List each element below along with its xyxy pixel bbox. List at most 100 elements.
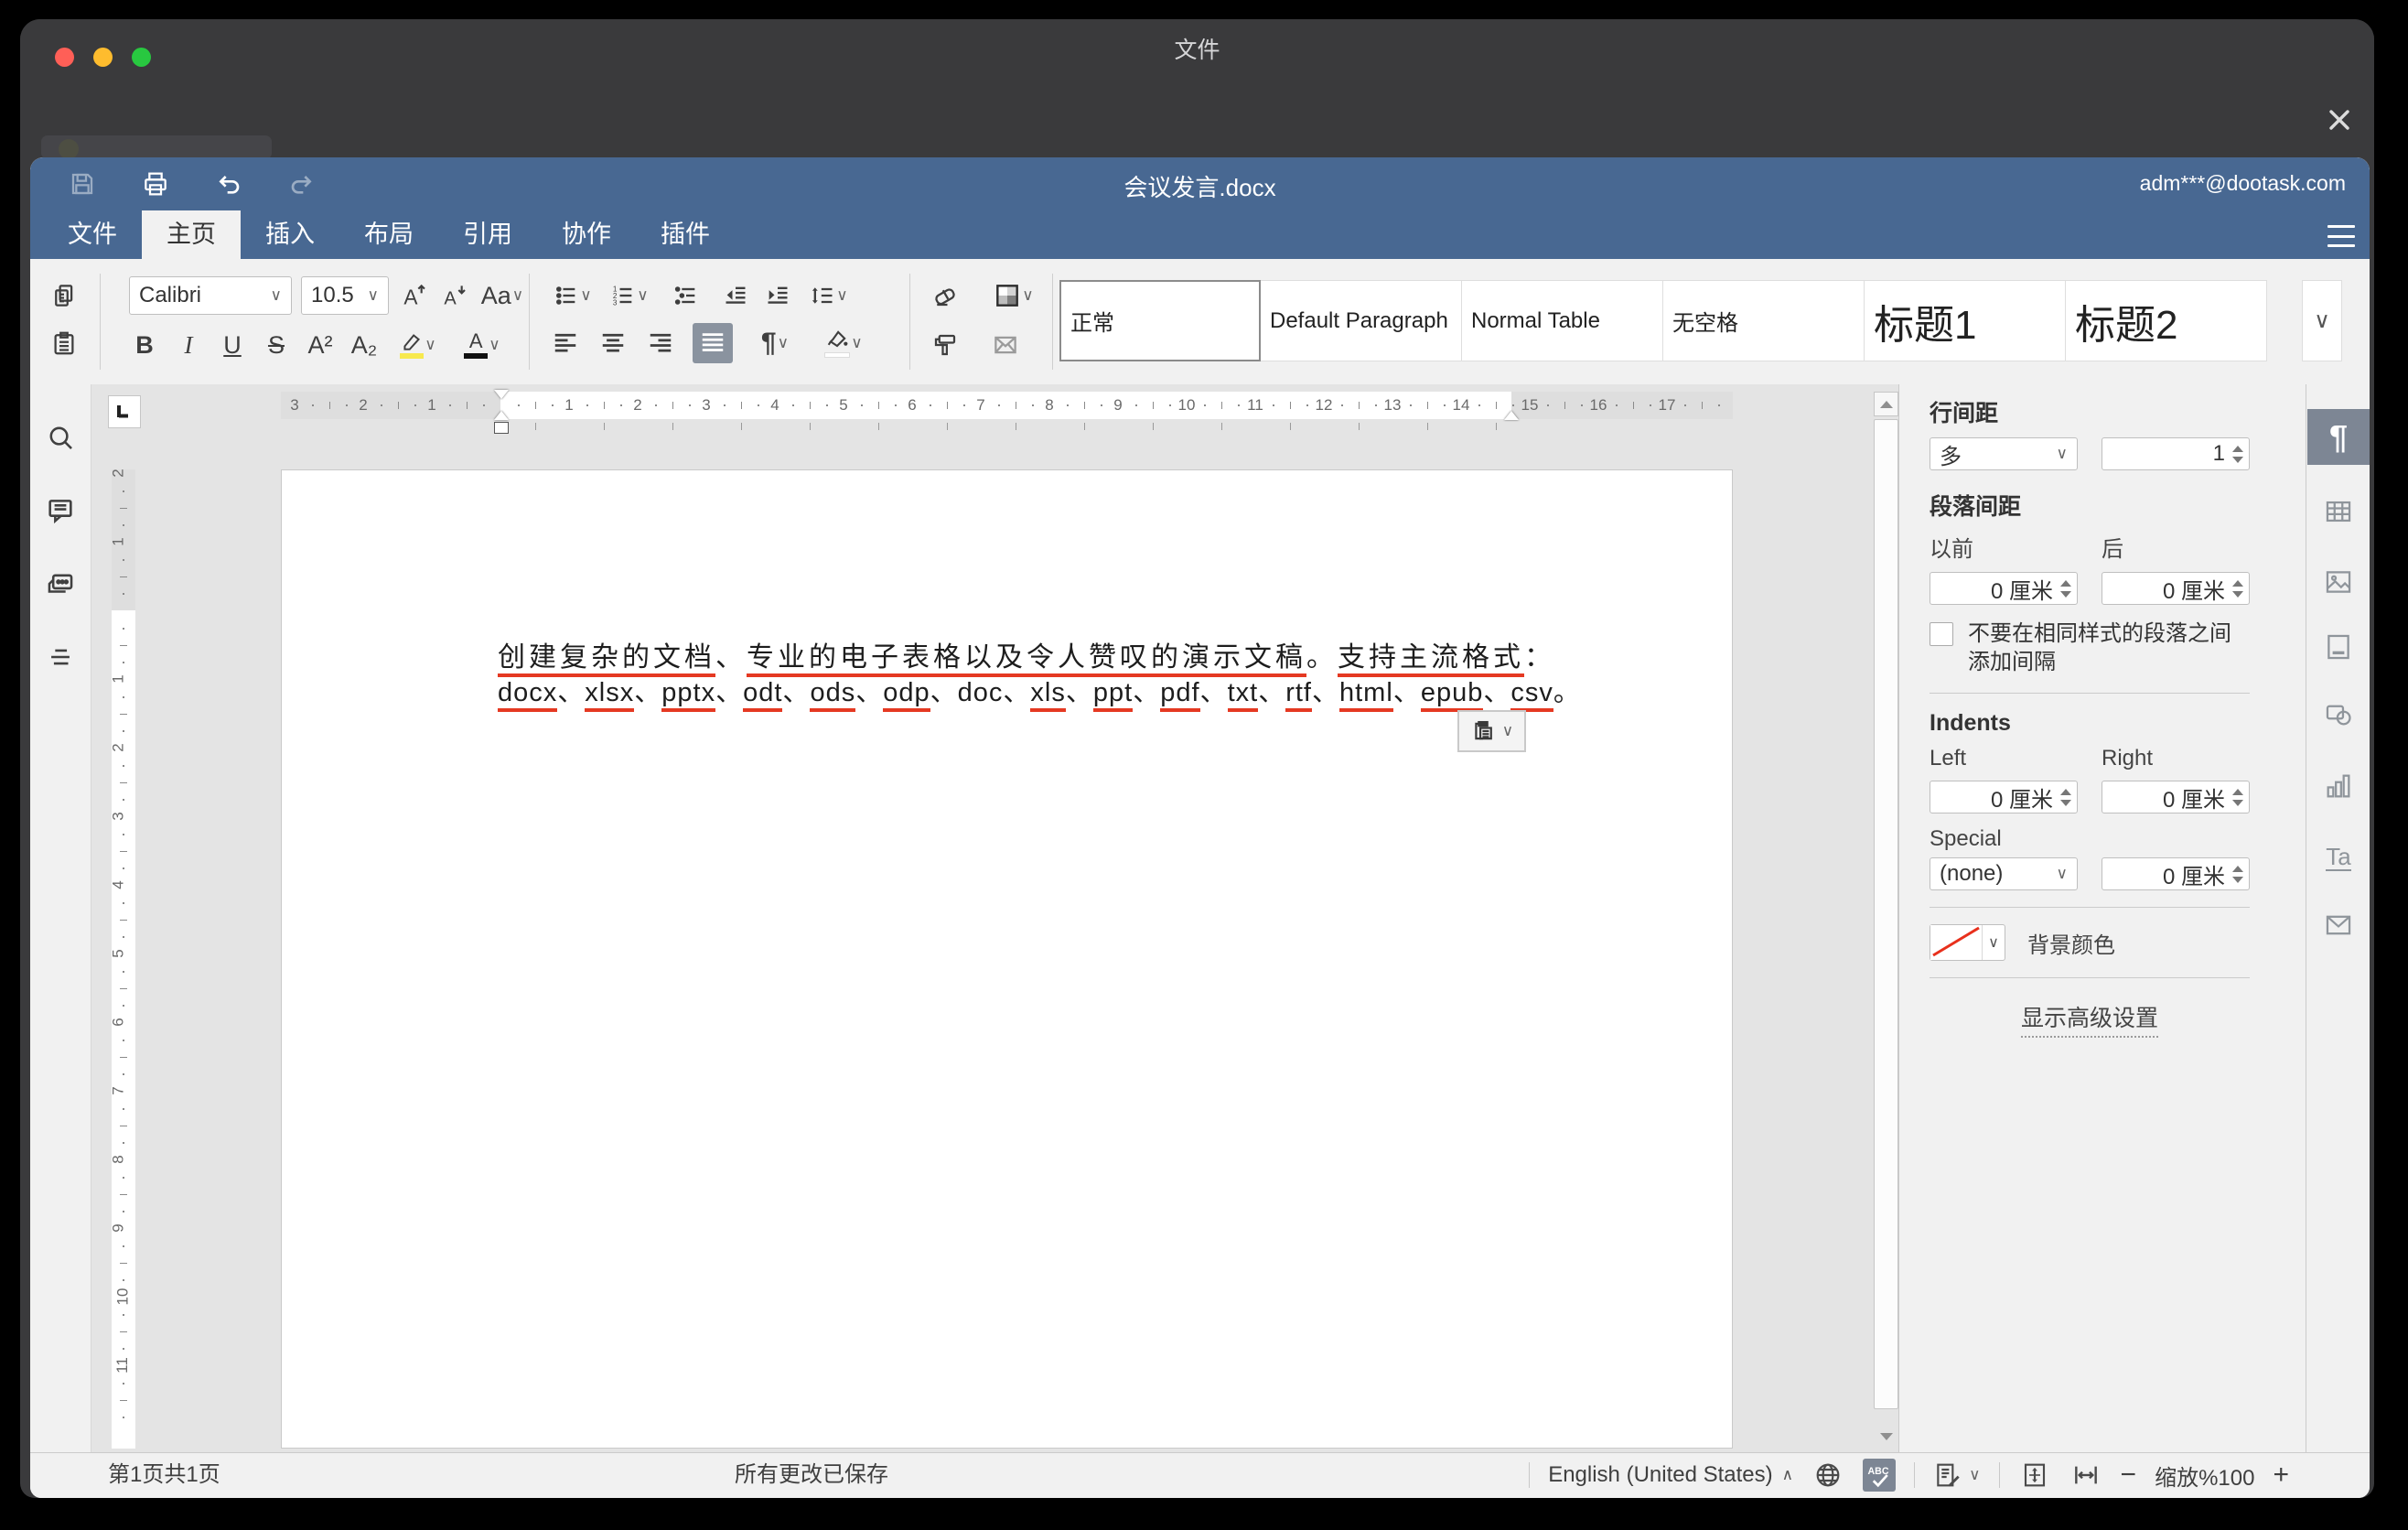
spacing-before-stepper[interactable]: 0 厘米: [1930, 572, 2078, 605]
header-footer-settings-tab[interactable]: [2307, 630, 2370, 664]
table-settings-tab[interactable]: [2307, 494, 2370, 529]
align-left-icon[interactable]: [550, 325, 581, 361]
style-preset[interactable]: 标题1: [1865, 280, 2066, 361]
ruler-number: 12: [1316, 396, 1333, 415]
style-preset[interactable]: Default Paragraph: [1261, 280, 1462, 361]
clear-style-icon[interactable]: [930, 277, 961, 314]
subscript-button[interactable]: A₂: [349, 327, 380, 363]
scroll-up-arrow[interactable]: [1874, 392, 1898, 416]
left-sidebar: [30, 384, 91, 1453]
right-indent-marker[interactable]: [1504, 411, 1519, 420]
justify-icon[interactable]: [693, 323, 733, 363]
document-language-icon[interactable]: [1811, 1459, 1844, 1492]
style-preset[interactable]: Normal Table: [1462, 280, 1663, 361]
change-case-icon[interactable]: Aa∨: [478, 277, 526, 314]
page-count[interactable]: 第1页共1页: [108, 1453, 220, 1497]
menu-tab[interactable]: 插件: [636, 210, 735, 259]
hanging-indent-marker[interactable]: [494, 411, 509, 420]
vertical-ruler[interactable]: 211234567891011: [112, 469, 135, 1449]
ruler-number: 1: [110, 537, 128, 545]
highlight-color-button[interactable]: ∨: [392, 327, 444, 363]
left-indent-marker[interactable]: [494, 422, 509, 434]
document-page[interactable]: 创建复杂的文档、专业的电子表格以及令人赞叹的演示文稿。支持主流格式：docx、x…: [281, 469, 1733, 1449]
align-right-icon[interactable]: [645, 325, 676, 361]
mail-merge-icon[interactable]: [990, 327, 1021, 363]
ruler-tick: [123, 490, 124, 492]
style-preset[interactable]: 正常: [1059, 280, 1261, 361]
menu-tab[interactable]: 引用: [438, 210, 537, 259]
increase-font-size-icon[interactable]: A: [398, 277, 429, 314]
paste-options-button[interactable]: ∨: [1457, 710, 1526, 752]
track-changes-button[interactable]: ∨: [1933, 1460, 1980, 1490]
fit-page-icon[interactable]: [2018, 1459, 2051, 1492]
style-preset[interactable]: 无空格: [1663, 280, 1865, 361]
zoom-out-button[interactable]: −: [2121, 1460, 2137, 1491]
strikethrough-button[interactable]: S: [261, 327, 292, 363]
paste-icon[interactable]: [48, 325, 80, 361]
horizontal-ruler[interactable]: 3211234567891011121314151617: [281, 392, 1733, 419]
bullet-list-icon[interactable]: ∨: [550, 277, 596, 314]
menu-tab[interactable]: 主页: [142, 210, 241, 259]
numbered-list-icon[interactable]: 123 ∨: [607, 277, 652, 314]
font-family-select[interactable]: Calibri∨: [129, 276, 292, 315]
menu-tab[interactable]: 布局: [339, 210, 438, 259]
ruler-tick: [123, 696, 124, 698]
style-preset[interactable]: 标题2: [2066, 280, 2267, 361]
line-spacing-value-stepper[interactable]: 1: [2102, 437, 2250, 470]
superscript-button[interactable]: A²: [305, 327, 336, 363]
color-scheme-icon[interactable]: ∨: [984, 277, 1043, 314]
menu-tab[interactable]: 插入: [241, 210, 339, 259]
first-line-indent-marker[interactable]: [494, 390, 509, 399]
italic-button[interactable]: I: [173, 327, 204, 363]
line-spacing-icon[interactable]: ∨: [804, 277, 854, 314]
indent-special-select[interactable]: (none)∨: [1930, 857, 2078, 890]
zoom-level[interactable]: 缩放%100: [2155, 1460, 2254, 1492]
search-icon[interactable]: [44, 421, 77, 454]
comments-icon[interactable]: [44, 494, 77, 527]
tab-stop-tick: [947, 423, 948, 430]
shape-settings-tab[interactable]: [2307, 697, 2370, 732]
misspelled-text: 支持主流格式: [1338, 642, 1524, 677]
spell-check-icon[interactable]: ABC: [1863, 1459, 1896, 1492]
chat-icon[interactable]: [44, 567, 77, 600]
language-select[interactable]: English (United States)∧: [1548, 1462, 1793, 1488]
spacing-after-stepper[interactable]: 0 厘米: [2102, 572, 2250, 605]
decrease-indent-icon[interactable]: [720, 277, 751, 314]
menu-tab[interactable]: 协作: [537, 210, 636, 259]
indent-right-stepper[interactable]: 0 厘米: [2102, 781, 2250, 813]
align-center-icon[interactable]: [597, 325, 629, 361]
advanced-settings-link[interactable]: 显示高级设置: [2021, 1000, 2158, 1038]
nonprinting-chars-icon[interactable]: ¶ ∨: [749, 325, 801, 361]
multilevel-list-icon[interactable]: [663, 277, 709, 314]
decrease-font-size-icon[interactable]: A: [438, 277, 469, 314]
textart-settings-tab[interactable]: Ta: [2307, 837, 2370, 878]
increase-indent-icon[interactable]: [762, 277, 793, 314]
underline-button[interactable]: U: [217, 327, 248, 363]
navigation-headings-icon[interactable]: [44, 641, 77, 673]
bold-button[interactable]: B: [129, 327, 160, 363]
indent-special-stepper[interactable]: 0 厘米: [2102, 857, 2250, 890]
indent-left-stepper[interactable]: 0 厘米: [1930, 781, 2078, 813]
vertical-scrollbar[interactable]: [1874, 419, 1898, 1409]
zoom-in-button[interactable]: +: [2273, 1460, 2289, 1491]
shading-icon[interactable]: ∨: [817, 325, 870, 361]
fit-width-icon[interactable]: [2069, 1459, 2102, 1492]
font-color-button[interactable]: A ∨: [457, 327, 508, 363]
chart-settings-tab[interactable]: [2307, 769, 2370, 803]
paragraph-settings-tab[interactable]: ¶: [2307, 409, 2370, 465]
hamburger-menu-icon[interactable]: [2327, 225, 2355, 247]
ruler-tick: [414, 404, 416, 406]
copy-style-icon[interactable]: [930, 327, 961, 363]
image-settings-tab[interactable]: [2307, 565, 2370, 599]
tab-stop-selector[interactable]: [108, 395, 141, 428]
font-size-select[interactable]: 10.5∨: [301, 276, 389, 315]
copy-icon[interactable]: [48, 277, 80, 314]
close-icon[interactable]: [2325, 105, 2354, 135]
menu-tab[interactable]: 文件: [43, 210, 142, 259]
background-color-picker[interactable]: ∨: [1930, 924, 2005, 961]
same-style-spacing-checkbox[interactable]: [1930, 622, 1953, 646]
scroll-down-arrow[interactable]: [1874, 1428, 1898, 1446]
mail-merge-settings-tab[interactable]: [2307, 908, 2370, 943]
line-spacing-type-select[interactable]: 多∨: [1930, 437, 2078, 470]
styles-gallery-expand-icon[interactable]: ∨: [2302, 280, 2342, 361]
